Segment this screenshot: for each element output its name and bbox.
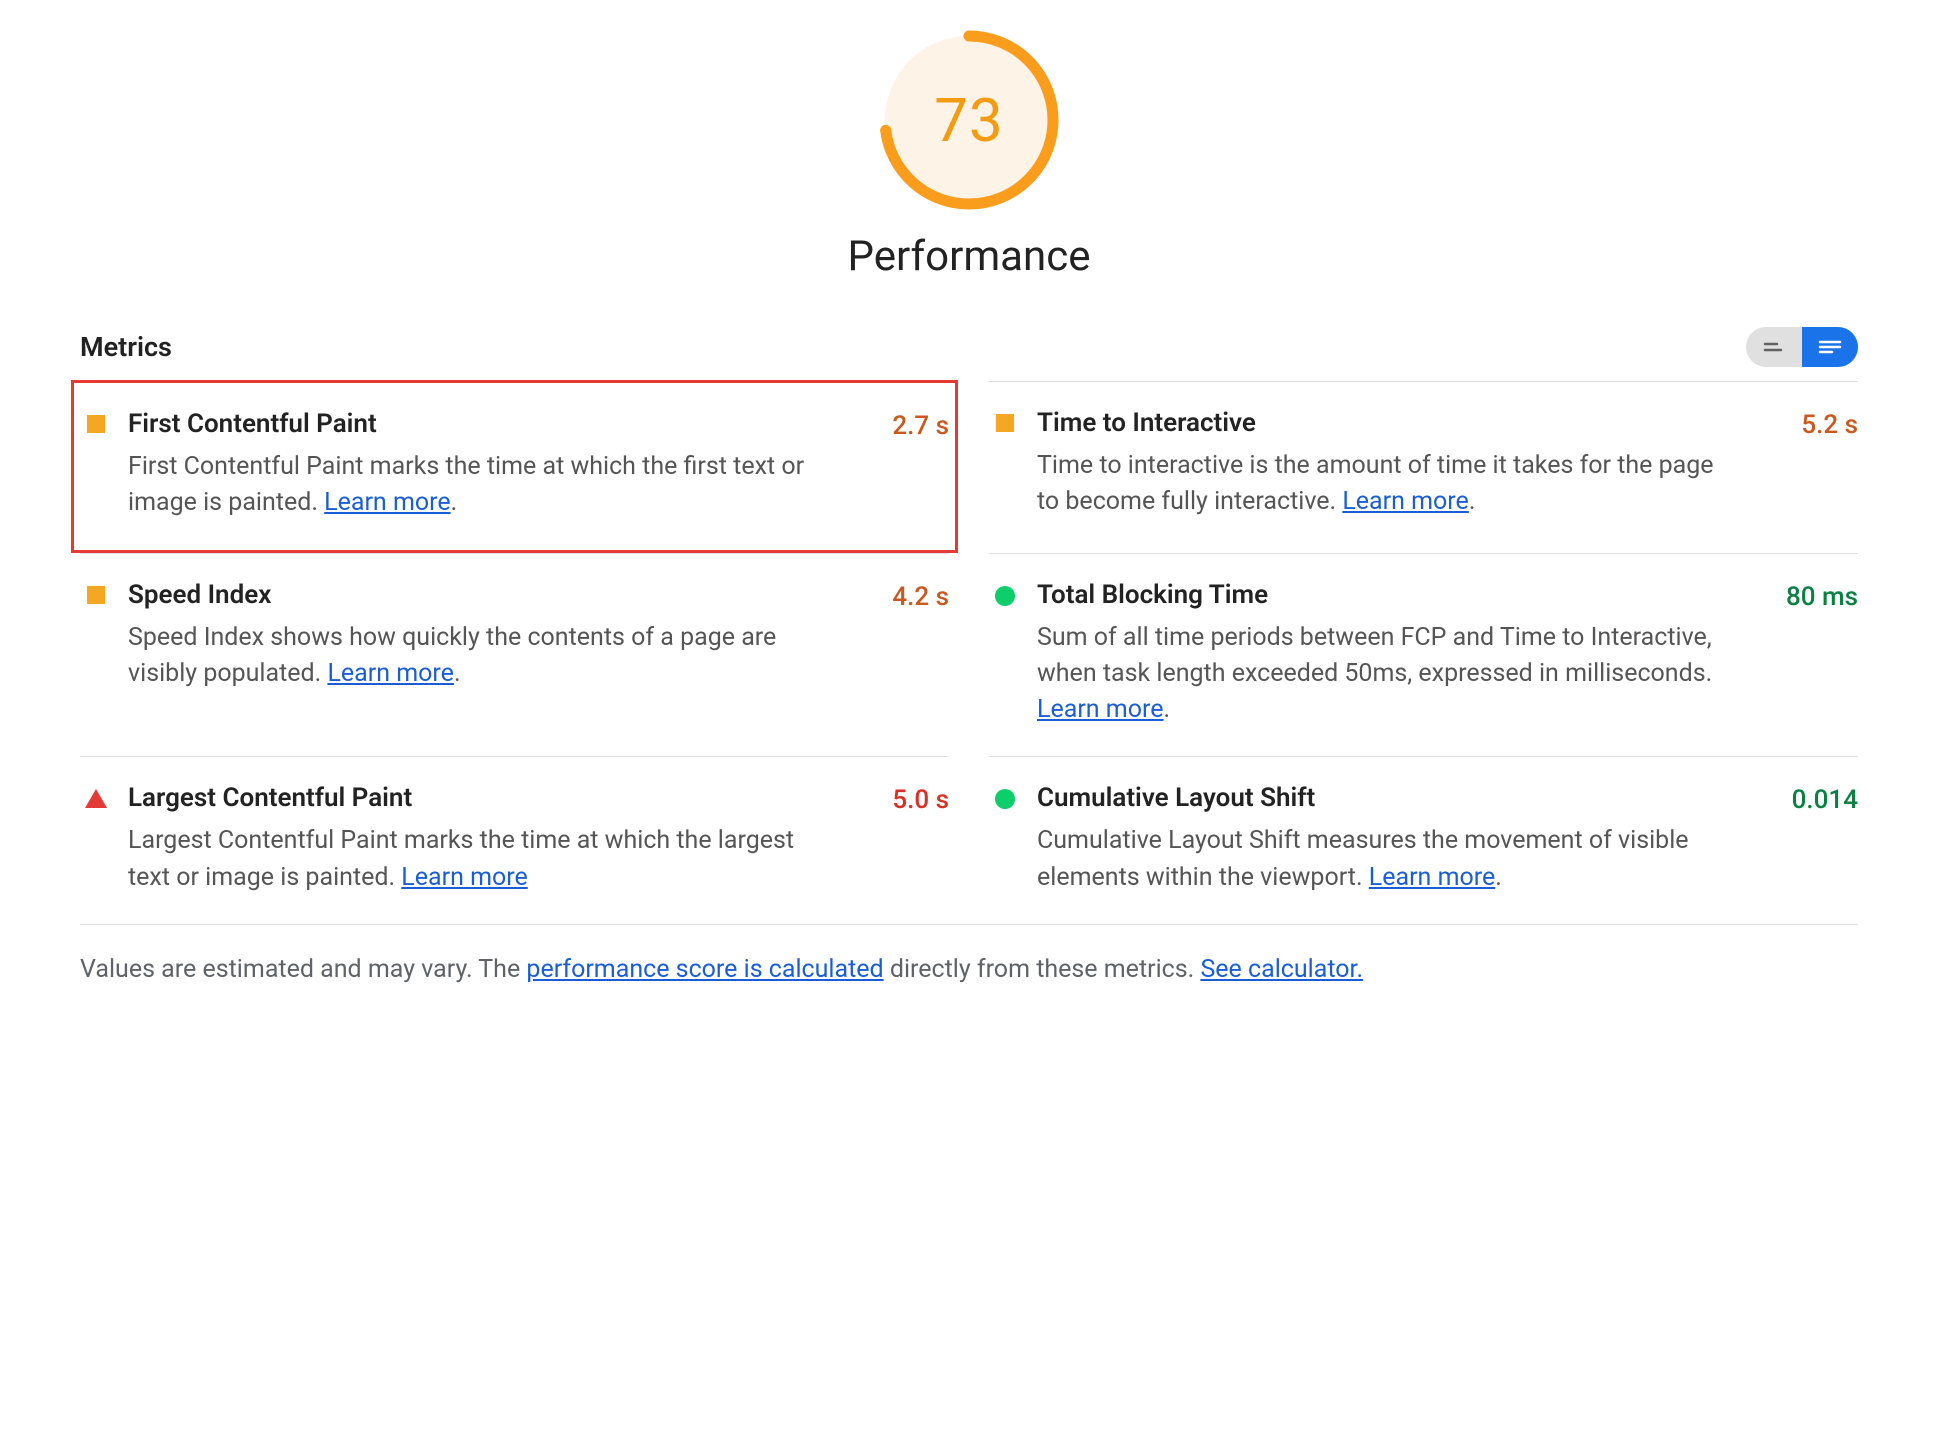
metric-lcp: Largest Contentful Paint Largest Contentf…: [80, 756, 949, 924]
metric-value: 80 ms: [1748, 580, 1858, 729]
metric-value: 2.7 s: [839, 409, 949, 522]
footnote-pre: Values are estimated and may vary. The: [80, 955, 526, 984]
metric-name: Time to Interactive: [1037, 408, 1720, 438]
square-icon: [87, 415, 105, 433]
metric-cls: Cumulative Layout Shift Cumulative Layout…: [989, 756, 1858, 924]
footnote-mid: directly from these metrics.: [884, 955, 1201, 984]
gauge-score: 73: [879, 30, 1059, 210]
metric-name: Cumulative Layout Shift: [1037, 783, 1720, 813]
learn-more-link[interactable]: Learn more: [1037, 695, 1163, 724]
square-icon: [996, 414, 1014, 432]
triangle-icon: [85, 789, 107, 808]
metric-name: Total Blocking Time: [1037, 580, 1720, 610]
performance-gauge-section: 73 Performance: [80, 30, 1858, 281]
lines-short-icon: [1763, 340, 1785, 354]
learn-more-link[interactable]: Learn more: [401, 863, 527, 892]
metric-description: Speed Index shows how quickly the conten…: [128, 620, 811, 693]
metric-tti: Time to Interactive Time to interactive i…: [989, 381, 1858, 553]
learn-more-link[interactable]: Learn more: [324, 488, 450, 517]
circle-icon: [995, 789, 1015, 809]
metric-description: First Contentful Paint marks the time at…: [128, 449, 811, 522]
metric-name: First Contentful Paint: [128, 409, 811, 439]
metric-value: 5.0 s: [839, 783, 949, 896]
view-toggle-compact[interactable]: [1746, 327, 1802, 367]
footnote: Values are estimated and may vary. The p…: [80, 955, 1858, 984]
metric-tbt: Total Blocking Time Sum of all time perio…: [989, 553, 1858, 757]
metric-description: Largest Contentful Paint marks the time …: [128, 823, 811, 896]
learn-more-link[interactable]: Learn more: [1369, 863, 1495, 892]
metric-name: Speed Index: [128, 580, 811, 610]
metric-value: 0.014: [1748, 783, 1858, 896]
metrics-grid: First Contentful Paint First Contentful P…: [80, 381, 1858, 924]
metric-name: Largest Contentful Paint: [128, 783, 811, 813]
view-toggle[interactable]: [1746, 327, 1858, 367]
metric-si: Speed Index Speed Index shows how quickly…: [80, 553, 949, 757]
metric-value: 4.2 s: [839, 580, 949, 729]
metric-description: Sum of all time periods between FCP and …: [1037, 620, 1720, 729]
gauge-title: Performance: [848, 232, 1091, 281]
metrics-heading: Metrics: [80, 331, 172, 363]
metric-description: Time to interactive is the amount of tim…: [1037, 448, 1720, 521]
learn-more-link[interactable]: Learn more: [1342, 487, 1468, 516]
metric-description: Cumulative Layout Shift measures the mov…: [1037, 823, 1720, 896]
performance-gauge: 73: [879, 30, 1059, 210]
metric-value: 5.2 s: [1748, 408, 1858, 525]
lines-long-icon: [1818, 339, 1842, 355]
metric-fcp: First Contentful Paint First Contentful P…: [71, 380, 958, 553]
circle-icon: [995, 586, 1015, 606]
square-icon: [87, 586, 105, 604]
learn-more-link[interactable]: Learn more: [327, 659, 453, 688]
footnote-link-calculator[interactable]: See calculator.: [1200, 955, 1363, 984]
footnote-link-score[interactable]: performance score is calculated: [526, 955, 883, 984]
view-toggle-expanded[interactable]: [1802, 327, 1858, 367]
